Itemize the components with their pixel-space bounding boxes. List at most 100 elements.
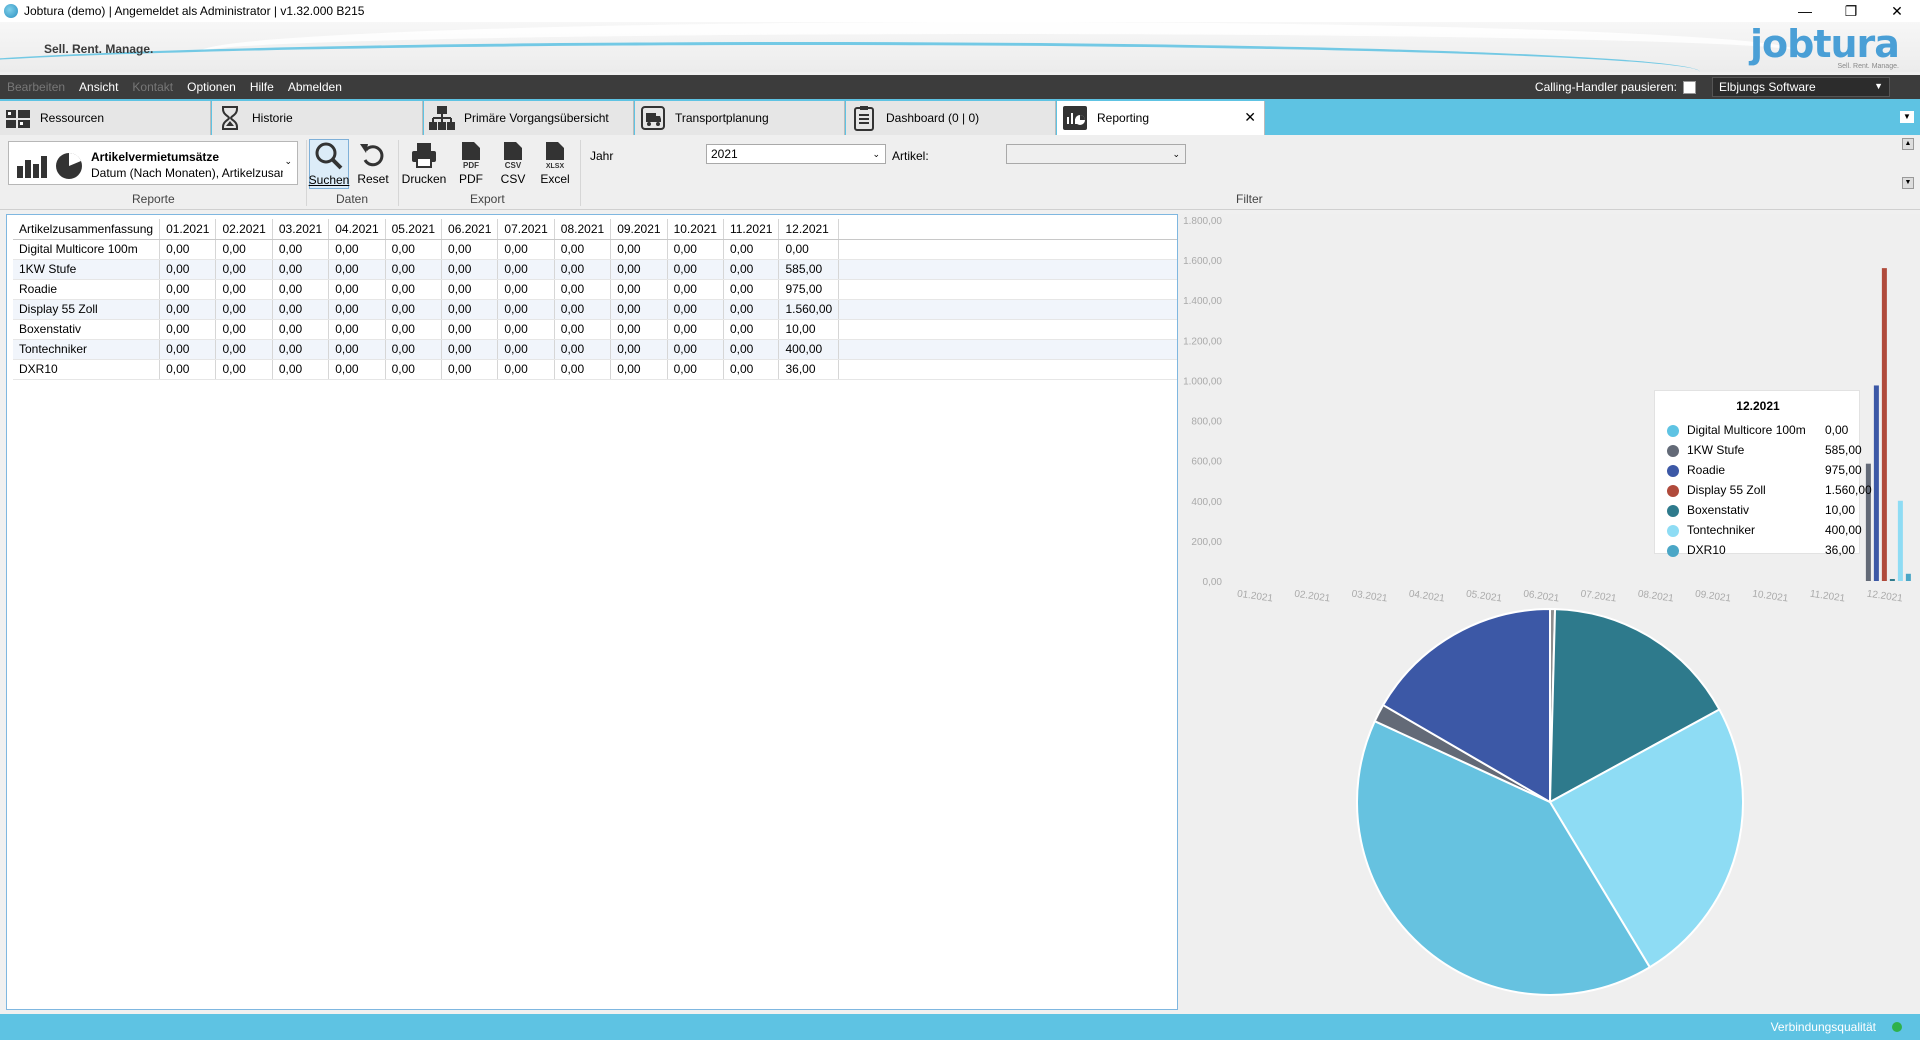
row-filler	[838, 259, 1177, 280]
month-value-cell: 0,00	[441, 259, 499, 280]
month-value-cell: 0,00	[159, 239, 217, 260]
row-filler	[838, 339, 1177, 360]
x-tick-label: 01.2021	[1236, 589, 1274, 604]
column-header[interactable]: 04.2021	[328, 219, 386, 240]
csv-button[interactable]: CSV CSV	[493, 139, 533, 189]
bar-1kw-stufe-12.2021[interactable]	[1865, 463, 1871, 581]
x-tick-label: 07.2021	[1580, 589, 1618, 604]
hourglass-icon	[216, 104, 244, 132]
excel-button[interactable]: XLSX Excel	[535, 139, 575, 189]
chevron-down-icon: ▼	[1874, 81, 1883, 91]
column-header[interactable]: 12.2021	[778, 219, 840, 240]
column-header[interactable]: 08.2021	[554, 219, 612, 240]
report-table: Artikelzusammenfassung 01.2021 02.2021 0…	[13, 219, 1177, 380]
chevron-down-icon: ⌄	[284, 156, 292, 166]
search-button[interactable]: Suchen	[309, 139, 349, 189]
article-label: Artikel:	[892, 149, 929, 163]
month-value-cell: 0,00	[667, 259, 724, 280]
legend-dot	[1667, 445, 1679, 457]
bar-dxr10-12.2021[interactable]	[1905, 573, 1911, 581]
menu-kontakt[interactable]: Kontakt	[125, 80, 180, 94]
tab-transportplanung[interactable]: Transportplanung	[635, 101, 845, 135]
menu-hilfe[interactable]: Hilfe	[243, 80, 281, 94]
table-row[interactable]: DXR10 0,00 0,00 0,00 0,00 0,00 0,00 0,00 0,00 0,0…	[13, 359, 1177, 380]
month-value-cell: 0,00	[159, 299, 217, 320]
minimize-button[interactable]: —	[1782, 0, 1828, 22]
table-row[interactable]: Display 55 Zoll 0,00 0,00 0,00 0,00 0,00 0,00 0…	[13, 299, 1177, 320]
tab-ressourcen[interactable]: Ressourcen	[0, 101, 211, 135]
tab-historie[interactable]: Historie	[212, 101, 423, 135]
menu-ansicht[interactable]: Ansicht	[72, 80, 125, 94]
bar-tontechniker-12.2021[interactable]	[1897, 500, 1903, 581]
column-header[interactable]: 05.2021	[385, 219, 443, 240]
ribbon-scroll-up-icon[interactable]: ▲	[1902, 138, 1914, 150]
company-select[interactable]: Elbjungs Software ▼	[1712, 77, 1890, 97]
print-button[interactable]: Drucken	[402, 139, 446, 189]
article-select[interactable]: ⌄	[1006, 144, 1186, 164]
group-separator	[306, 140, 307, 206]
bar-roadie-12.2021[interactable]	[1873, 385, 1879, 581]
tab-reporting[interactable]: Reporting ✕	[1057, 101, 1265, 135]
menu-optionen[interactable]: Optionen	[180, 80, 243, 94]
year-select[interactable]: 2021 ⌄	[706, 144, 886, 164]
table-row[interactable]: Boxenstativ 0,00 0,00 0,00 0,00 0,00 0,00 0,00 0…	[13, 319, 1177, 340]
tab-label: Transportplanung	[675, 111, 769, 125]
tab-overflow-menu-icon[interactable]: ▼	[1900, 111, 1914, 123]
column-header[interactable]: 11.2021	[723, 219, 780, 240]
column-header[interactable]: 03.2021	[272, 219, 330, 240]
column-header[interactable]: 09.2021	[610, 219, 668, 240]
row-filler	[838, 299, 1177, 320]
column-header[interactable]: 01.2021	[159, 219, 217, 240]
tooltip-series-value: 10,00	[1825, 503, 1856, 517]
column-header[interactable]: 10.2021	[667, 219, 724, 240]
column-header[interactable]: 02.2021	[215, 219, 273, 240]
ribbon-scroll-down-icon[interactable]: ▼	[1902, 177, 1914, 189]
column-header[interactable]: 06.2021	[441, 219, 499, 240]
title-bar: Jobtura (demo) | Angemeldet als Administ…	[0, 0, 1920, 22]
report-table-panel: Artikelzusammenfassung 01.2021 02.2021 0…	[6, 214, 1178, 1010]
bar-boxenstativ-12.2021[interactable]	[1889, 578, 1895, 581]
legend-dot	[1667, 465, 1679, 477]
truck-icon	[639, 104, 667, 132]
month-value-cell: 0,00	[159, 339, 217, 360]
pdf-button[interactable]: PDF PDF	[451, 139, 491, 189]
menu-bearbeiten[interactable]: Bearbeiten	[0, 80, 72, 94]
restore-button[interactable]: ❐	[1828, 0, 1874, 22]
table-row[interactable]: Roadie 0,00 0,00 0,00 0,00 0,00 0,00 0,00 0,00 0,…	[13, 279, 1177, 300]
calling-handler-checkbox[interactable]	[1683, 80, 1696, 94]
article-name-cell: Boxenstativ	[13, 319, 161, 340]
tooltip-row: DXR10 36,00	[1667, 541, 1857, 561]
table-row[interactable]: 1KW Stufe 0,00 0,00 0,00 0,00 0,00 0,00 0,00 0,0…	[13, 259, 1177, 280]
y-tick-label: 600,00	[1191, 457, 1222, 468]
tab-dashboard[interactable]: Dashboard (0 | 0)	[846, 101, 1056, 135]
table-row[interactable]: Digital Multicore 100m 0,00 0,00 0,00 0,00 0,…	[13, 239, 1177, 260]
x-tick-label: 05.2021	[1465, 589, 1503, 604]
column-header[interactable]: Artikelzusammenfassung	[13, 219, 161, 240]
menu-abmelden[interactable]: Abmelden	[281, 80, 349, 94]
group-label-export: Export	[470, 192, 505, 206]
month-value-cell: 0,00	[272, 299, 330, 320]
month-value-cell: 0,00	[385, 359, 443, 380]
y-tick-label: 800,00	[1191, 417, 1222, 428]
x-tick-label: 09.2021	[1694, 589, 1732, 604]
tab-primare-vorgangsubersicht[interactable]: Primäre Vorgangsübersicht	[424, 101, 634, 135]
printer-icon	[408, 139, 440, 171]
table-row[interactable]: Tontechniker 0,00 0,00 0,00 0,00 0,00 0,00 0,00…	[13, 339, 1177, 360]
tooltip-series-name: Tontechniker	[1687, 523, 1756, 537]
reset-button[interactable]: Reset	[353, 139, 393, 189]
column-header[interactable]: 07.2021	[497, 219, 555, 240]
month-value-cell: 0,00	[215, 359, 273, 380]
legend-dot	[1667, 485, 1679, 497]
month-value-cell: 0,00	[554, 279, 612, 300]
close-window-button[interactable]: ✕	[1874, 0, 1920, 22]
report-selector[interactable]: Artikelvermietumsätze Datum (Nach Monate…	[8, 141, 298, 185]
hierarchy-icon	[428, 104, 456, 132]
tab-label: Dashboard (0 | 0)	[886, 111, 980, 125]
month-value-cell: 0,00	[667, 299, 724, 320]
x-tick-label: 10.2021	[1752, 589, 1790, 604]
bar-display-55-zoll-12.2021[interactable]	[1881, 268, 1887, 581]
y-tick-label: 1.600,00	[1183, 256, 1222, 267]
group-separator	[398, 140, 399, 206]
month-value-cell: 0,00	[554, 319, 612, 340]
close-tab-icon[interactable]: ✕	[1244, 109, 1256, 126]
